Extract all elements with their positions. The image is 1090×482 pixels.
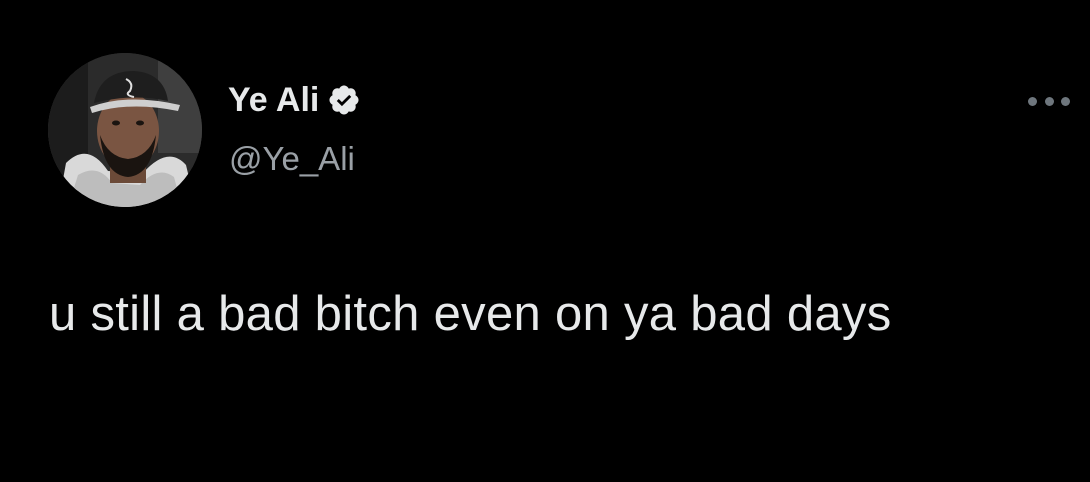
- tweet-text: u still a bad bitch even on ya bad days: [49, 287, 892, 341]
- tweet-card: Ye Ali @Ye_Ali u still a bad bitch even …: [0, 0, 1090, 482]
- avatar-image: [48, 53, 202, 207]
- ellipsis-icon: [1028, 96, 1037, 106]
- author-name-row[interactable]: Ye Ali: [228, 80, 361, 120]
- avatar[interactable]: [48, 53, 202, 207]
- verified-badge-icon: [327, 83, 361, 117]
- author-display-name[interactable]: Ye Ali: [228, 80, 319, 120]
- ellipsis-icon: [1044, 96, 1054, 106]
- author-handle[interactable]: @Ye_Ali: [229, 139, 355, 179]
- more-options-button[interactable]: [1026, 88, 1072, 114]
- ellipsis-icon: [1061, 96, 1070, 106]
